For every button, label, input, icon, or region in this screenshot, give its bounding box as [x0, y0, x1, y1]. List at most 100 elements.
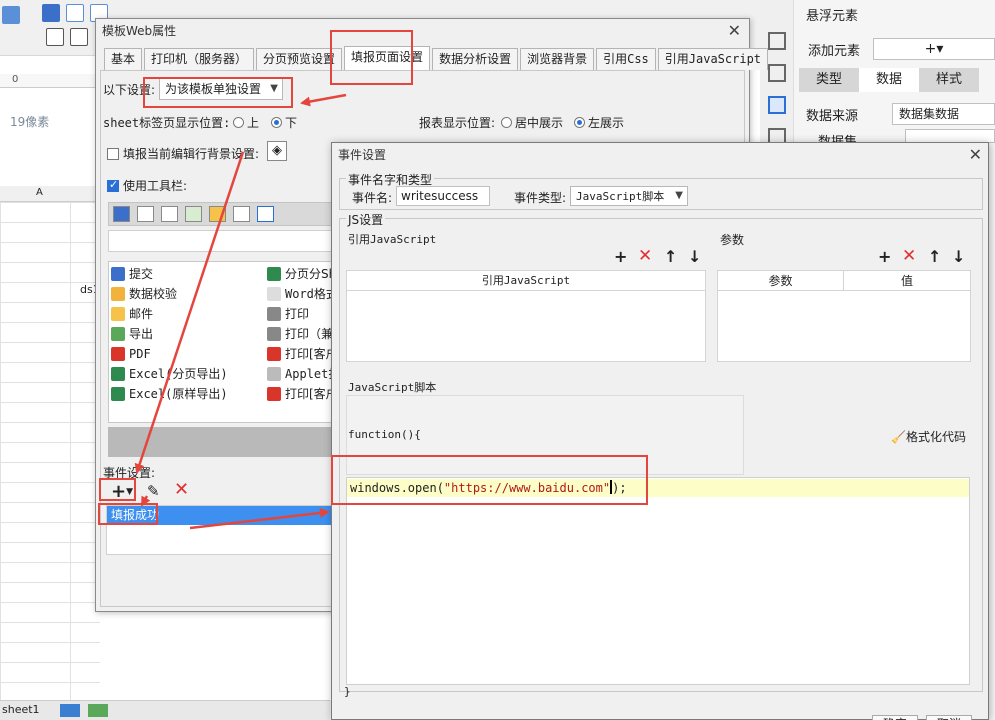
tab-css[interactable]: 引用Css — [596, 48, 656, 70]
tab-type[interactable]: 类型 — [799, 68, 859, 92]
tab-browser-bg[interactable]: 浏览器背景 — [520, 48, 595, 70]
radio-bottom-label: 下 — [285, 116, 298, 130]
list-item[interactable]: Word格式 — [267, 284, 338, 304]
list-item-label: 导出 — [129, 327, 154, 341]
tab-basic[interactable]: 基本 — [104, 48, 143, 70]
list-item-label: 打印[客户 — [285, 347, 338, 361]
radio-center[interactable]: 居中展示 — [501, 114, 563, 131]
right-panel-title: 悬浮元素 — [806, 9, 859, 24]
move-up-icon[interactable]: ↑ — [664, 249, 677, 265]
cancel-button[interactable]: 取消 — [926, 715, 972, 720]
highlight-settings-select — [143, 77, 293, 108]
dataset-select[interactable] — [905, 129, 995, 143]
submit-icon — [111, 267, 125, 281]
mail-icon — [111, 307, 125, 321]
excel-icon — [267, 267, 281, 281]
list-item[interactable]: Excel(分页导出) — [111, 364, 228, 384]
tab-data[interactable]: 数据 — [859, 68, 919, 92]
save-icon[interactable] — [42, 4, 60, 22]
paint-bucket-icon[interactable]: ◈ — [267, 141, 287, 161]
list-item[interactable]: 打印 — [267, 304, 309, 324]
list-item[interactable]: 邮件 — [111, 304, 153, 324]
js-settings-legend: JS设置 — [346, 211, 386, 228]
radio-top-circle — [233, 117, 244, 128]
params-table: 参数 值 — [717, 270, 971, 362]
column-header-a: A — [0, 186, 100, 202]
close-icon[interactable]: ✕ — [728, 21, 741, 40]
table-icon[interactable] — [46, 28, 64, 46]
radio-top[interactable]: 上 — [233, 114, 259, 131]
list-item[interactable]: PDF — [111, 344, 151, 364]
list-item[interactable]: Excel(原样导出) — [111, 384, 228, 404]
delete-icon[interactable]: ✕ — [174, 479, 189, 500]
move-down-icon[interactable]: ↓ — [952, 249, 965, 265]
add-element-button[interactable]: +▾ — [873, 38, 995, 60]
highlight-add-event — [99, 478, 136, 501]
script-label: JavaScript脚本 — [348, 381, 437, 394]
list-item[interactable]: 打印[客户 — [267, 344, 338, 364]
report-position-label: 报表显示位置: — [419, 116, 496, 130]
sheet-grid[interactable] — [0, 202, 100, 700]
data-source-select[interactable]: 数据集数据 — [892, 103, 995, 125]
edit-icon[interactable]: ✎ — [147, 482, 160, 500]
export-icon[interactable] — [185, 206, 202, 222]
sheet-tab[interactable]: sheet1 — [2, 703, 40, 716]
list-item[interactable]: 打印（兼 — [267, 324, 333, 344]
pencil-icon — [111, 287, 125, 301]
delete-param-icon[interactable]: ✕ — [902, 248, 916, 265]
grid-icon[interactable] — [2, 6, 20, 24]
add-param-icon[interactable]: + — [878, 249, 891, 265]
event-type-select[interactable]: JavaScript脚本 ▼ — [570, 186, 688, 206]
close-icon[interactable]: ✕ — [969, 145, 982, 164]
data-source-label: 数据来源 — [806, 109, 859, 124]
format-code-button[interactable]: 🧹格式化代码 — [891, 428, 966, 445]
event-dialog: 事件设置 ✕ 事件名字和类型 事件名: writesuccess 事件类型: J… — [331, 142, 989, 720]
move-up-icon[interactable]: ↑ — [928, 249, 941, 265]
params-label: 参数 — [720, 233, 745, 247]
window-icon[interactable] — [257, 206, 274, 222]
delete-ref-js-icon[interactable]: ✕ — [638, 248, 652, 265]
tab-data-analysis[interactable]: 数据分析设置 — [432, 48, 519, 70]
event-name-input[interactable]: writesuccess — [396, 186, 490, 206]
list-item[interactable]: Applet打 — [267, 364, 340, 384]
ref-js-label: 引用JavaScript — [348, 233, 437, 246]
list-item[interactable]: 导出 — [111, 324, 153, 344]
tab-printer[interactable]: 打印机（服务器） — [144, 48, 255, 70]
print-icon[interactable] — [161, 206, 178, 222]
layout-grid-icon[interactable] — [768, 32, 786, 50]
bg-fill-checkbox[interactable]: 填报当前编辑行背景设置: — [107, 145, 259, 162]
list-item[interactable]: 提交 — [111, 264, 153, 284]
save-icon[interactable] — [113, 206, 130, 222]
closing-brace: } — [344, 685, 351, 698]
highlight-fill-page-tab — [330, 30, 413, 85]
edit-icon[interactable] — [137, 206, 154, 222]
code-editor[interactable]: windows.open("https://www.baidu.com"); — [346, 477, 970, 685]
use-toolbar-checkbox[interactable]: 使用工具栏: — [107, 177, 187, 194]
radio-left-label: 左展示 — [588, 116, 625, 130]
add-form-icon[interactable] — [88, 704, 108, 717]
ok-button[interactable]: 确定 — [872, 715, 918, 720]
mail-icon[interactable] — [209, 206, 226, 222]
tab-javascript[interactable]: 引用JavaScript — [657, 48, 769, 70]
add-sheet-icon[interactable] — [60, 704, 80, 717]
print-pdf-icon — [267, 387, 281, 401]
event-name-label: 事件名: — [352, 191, 393, 205]
radio-left[interactable]: 左展示 — [574, 114, 624, 131]
function-header: function(){ — [348, 428, 421, 441]
list-item[interactable]: 分页分Sh — [267, 264, 336, 284]
list-item[interactable]: 数据校验 — [111, 284, 177, 304]
list-item-label: 邮件 — [129, 307, 154, 321]
list-item[interactable]: 打印[客户 — [267, 384, 338, 404]
layout-icon[interactable] — [70, 28, 88, 46]
move-down-icon[interactable]: ↓ — [688, 249, 701, 265]
radio-bottom[interactable]: 下 — [271, 114, 297, 131]
cell-style-icon[interactable] — [768, 64, 786, 82]
float-element-icon[interactable] — [768, 96, 786, 114]
list-item-label: 打印[客户 — [285, 387, 338, 401]
print-icon — [267, 327, 281, 341]
undo-icon[interactable] — [66, 4, 84, 22]
sheet-icon[interactable] — [233, 206, 250, 222]
add-ref-js-icon[interactable]: + — [614, 249, 627, 265]
list-item-label: Excel(分页导出) — [129, 367, 228, 381]
tab-style[interactable]: 样式 — [919, 68, 979, 92]
